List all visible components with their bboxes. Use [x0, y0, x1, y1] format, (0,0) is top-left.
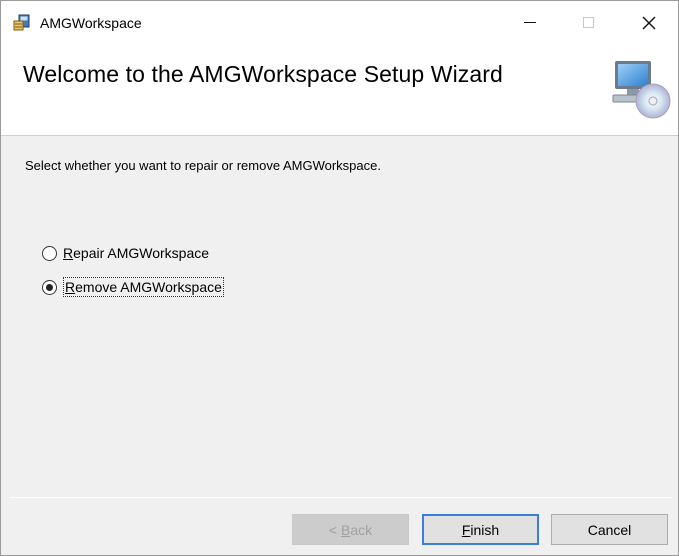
banner-title: Welcome to the AMGWorkspace Setup Wizard [23, 61, 503, 87]
repair-option[interactable]: Repair AMGWorkspace [42, 244, 209, 262]
finish-accel-key: F [461, 521, 471, 538]
repair-radio-button[interactable] [42, 245, 57, 261]
repair-option-label[interactable]: Repair AMGWorkspace [63, 244, 209, 262]
title-bar[interactable]: AMGWorkspace [1, 1, 678, 44]
installer-app-icon [12, 13, 32, 33]
remove-accel-key: R [65, 279, 76, 295]
repair-accel-key: R [63, 245, 74, 261]
cancel-label: Cancel [587, 521, 632, 538]
back-prefix: < [328, 521, 341, 538]
computer-cd-icon [609, 55, 671, 121]
back-label-rest: ack [350, 521, 373, 538]
wizard-banner: Welcome to the AMGWorkspace Setup Wizard [1, 44, 678, 136]
minimize-button[interactable] [507, 1, 553, 44]
finish-button[interactable]: Finish [422, 514, 539, 545]
setup-wizard-window: AMGWorkspace Welcome to the AMGWorkspace… [0, 0, 679, 556]
finish-label-rest: inish [470, 521, 500, 538]
close-icon [642, 16, 656, 29]
button-area-divider [10, 497, 672, 498]
maximize-button[interactable] [565, 1, 611, 44]
window-title: AMGWorkspace [40, 15, 142, 31]
back-accel-key: B [340, 521, 351, 538]
remove-label-rest: emove AMGWorkspace [75, 279, 222, 295]
remove-radio-button[interactable] [42, 279, 57, 295]
repair-label-rest: epair AMGWorkspace [73, 245, 210, 261]
maximize-icon [582, 17, 594, 28]
remove-option-label[interactable]: Remove AMGWorkspace [63, 277, 224, 297]
minimize-icon [524, 21, 536, 24]
remove-option[interactable]: Remove AMGWorkspace [42, 277, 224, 297]
close-button[interactable] [626, 1, 672, 44]
cancel-button[interactable]: Cancel [551, 514, 668, 545]
back-button[interactable]: < Back [292, 514, 409, 545]
instruction-text: Select whether you want to repair or rem… [25, 158, 381, 173]
